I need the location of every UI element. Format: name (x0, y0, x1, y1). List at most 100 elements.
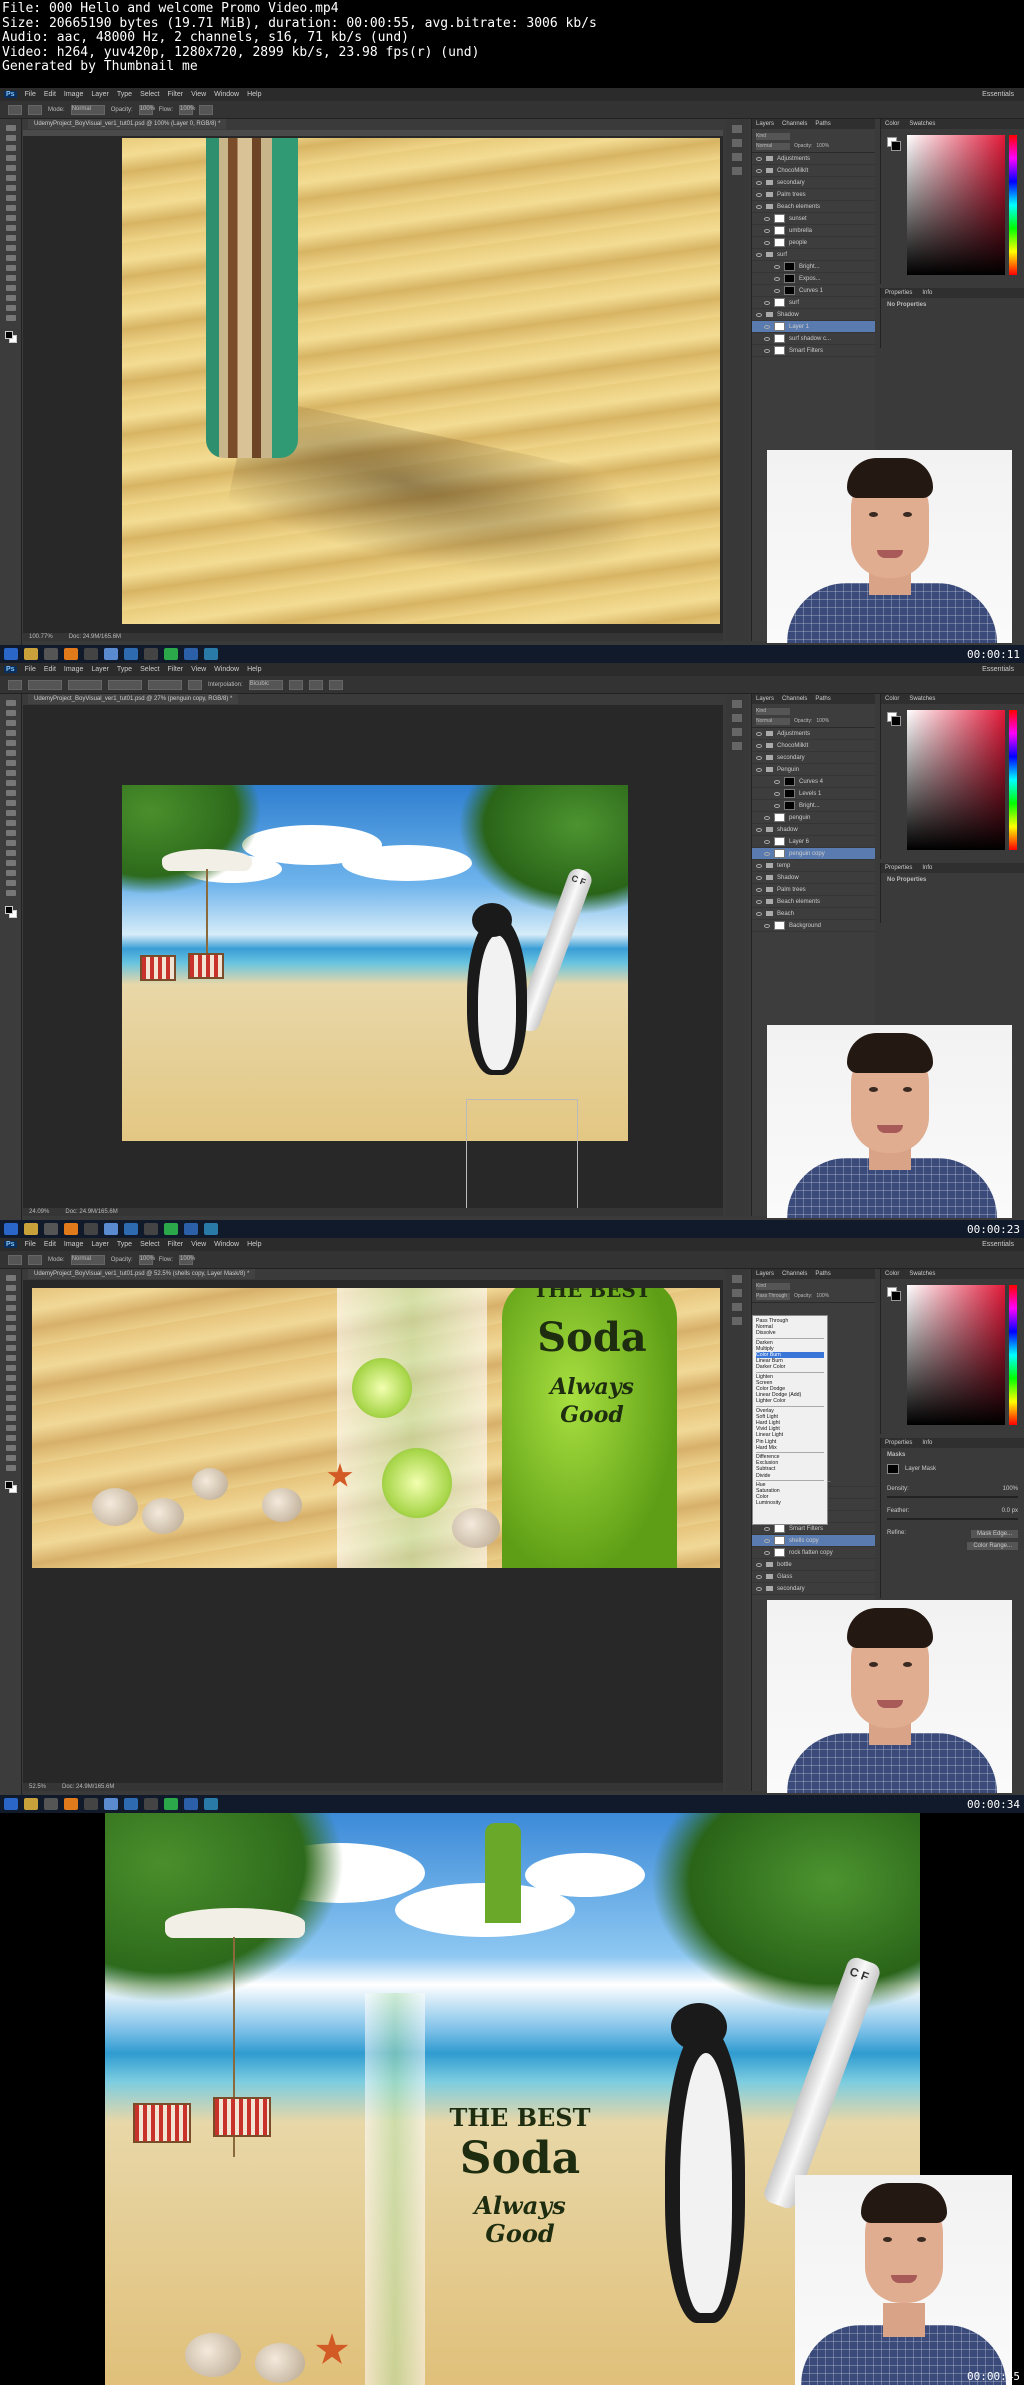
taskbar-app-icon[interactable] (204, 1798, 218, 1810)
mode-select[interactable]: Normal (70, 1254, 105, 1265)
tab-color[interactable]: Color (885, 121, 899, 127)
path-select-icon[interactable] (5, 1435, 16, 1441)
layer-row[interactable]: Beach elements (752, 201, 875, 213)
taskbar-app-icon[interactable] (84, 1223, 98, 1235)
taskbar-app-icon[interactable] (84, 648, 98, 660)
character-icon[interactable] (732, 742, 742, 750)
taskbar-app-icon[interactable] (164, 1798, 178, 1810)
history-brush-icon[interactable] (5, 215, 16, 221)
dodge-tool-icon[interactable] (5, 1405, 16, 1411)
document-tab[interactable]: UdemyProject_BoyVisual_ver1_tut01.psd @ … (28, 694, 239, 704)
eyedropper-tool-icon[interactable] (5, 1325, 16, 1331)
tab-paths[interactable]: Paths (815, 121, 830, 127)
firefox-icon[interactable] (64, 1223, 78, 1235)
tab-layers[interactable]: Layers (756, 696, 774, 702)
start-button-icon[interactable] (4, 1798, 18, 1810)
visibility-eye-icon[interactable] (756, 312, 762, 317)
menu-window[interactable]: Window (214, 666, 239, 673)
layer-row[interactable]: Bright... (752, 261, 875, 273)
taskbar-app-icon[interactable] (104, 648, 118, 660)
visibility-eye-icon[interactable] (756, 252, 762, 257)
visibility-eye-icon[interactable] (764, 348, 770, 353)
taskbar-app-icon[interactable] (124, 1798, 138, 1810)
type-tool-icon[interactable] (5, 275, 16, 281)
brush-tool-icon[interactable] (5, 195, 16, 201)
document-tab[interactable]: UdemyProject_BoyVisual_ver1_tut01.psd @ … (28, 1269, 256, 1279)
workspace-switcher[interactable]: Essentials (982, 1241, 1014, 1248)
menu-help[interactable]: Help (247, 666, 261, 673)
taskbar-app-icon[interactable] (84, 1798, 98, 1810)
visibility-eye-icon[interactable] (764, 1526, 770, 1531)
taskbar-app-icon[interactable] (124, 648, 138, 660)
tool-preset-picker[interactable] (8, 104, 22, 115)
pen-tool-icon[interactable] (5, 1415, 16, 1421)
foreground-color-swatch[interactable] (891, 1291, 901, 1301)
visibility-eye-icon[interactable] (756, 192, 762, 197)
lasso-tool-icon[interactable] (5, 720, 16, 726)
blend-mode-dropdown[interactable]: Pass Through Normal Dissolve Darken Multiply… (752, 1315, 828, 1525)
opacity-field[interactable]: 100% (138, 104, 155, 115)
eraser-tool-icon[interactable] (5, 1375, 16, 1381)
color-picker-field[interactable] (907, 135, 1005, 275)
visibility-eye-icon[interactable] (756, 1574, 762, 1579)
zoom-level[interactable]: 52.5% (29, 1784, 46, 1790)
taskbar-app-icon[interactable] (204, 1223, 218, 1235)
airbrush-icon[interactable] (199, 104, 214, 115)
blend-mode-option[interactable]: Divide (756, 1473, 824, 1479)
interpolation-select[interactable]: Bicubic (248, 679, 283, 690)
layer-row[interactable]: Adjustments (752, 153, 875, 165)
color-swatches-icon[interactable] (4, 906, 17, 918)
marquee-tool-icon[interactable] (5, 710, 16, 716)
layer-filter-kind[interactable]: Kind (756, 1282, 790, 1290)
rotate-field[interactable] (188, 679, 202, 690)
tab-swatches[interactable]: Swatches (909, 121, 935, 127)
layer-row[interactable]: Glass (752, 1571, 875, 1583)
blur-tool-icon[interactable] (5, 820, 16, 826)
history-brush-icon[interactable] (5, 1365, 16, 1371)
crop-tool-icon[interactable] (5, 1315, 16, 1321)
visibility-eye-icon[interactable] (756, 887, 762, 892)
y-field[interactable] (68, 679, 102, 690)
visibility-eye-icon[interactable] (756, 180, 762, 185)
dodge-tool-icon[interactable] (5, 255, 16, 261)
menu-image[interactable]: Image (64, 91, 83, 98)
visibility-eye-icon[interactable] (764, 815, 770, 820)
visibility-eye-icon[interactable] (756, 168, 762, 173)
layer-row[interactable]: Shadow (752, 872, 875, 884)
visibility-eye-icon[interactable] (774, 791, 780, 796)
color-picker-field[interactable] (907, 710, 1005, 850)
quick-select-tool-icon[interactable] (5, 1305, 16, 1311)
menu-select[interactable]: Select (140, 1241, 159, 1248)
color-swatches-icon[interactable] (4, 331, 17, 343)
mask-edge-button[interactable]: Mask Edge... (970, 1530, 1018, 1538)
feather-slider[interactable] (887, 1518, 1018, 1520)
taskbar-app-icon[interactable] (104, 1223, 118, 1235)
menu-edit[interactable]: Edit (44, 666, 56, 673)
healing-tool-icon[interactable] (5, 760, 16, 766)
layer-row[interactable]: Beach (752, 908, 875, 920)
foreground-color-swatch[interactable] (891, 141, 901, 151)
color-swatches-icon[interactable] (4, 1481, 17, 1493)
tab-properties[interactable]: Properties (885, 865, 912, 871)
taskbar-app-icon[interactable] (104, 1798, 118, 1810)
visibility-eye-icon[interactable] (774, 288, 780, 293)
blend-mode-option[interactable]: Darker Color (756, 1364, 824, 1370)
menu-layer[interactable]: Layer (91, 666, 109, 673)
menu-select[interactable]: Select (140, 666, 159, 673)
eraser-tool-icon[interactable] (5, 225, 16, 231)
history-icon[interactable] (732, 125, 742, 133)
firefox-icon[interactable] (64, 1798, 78, 1810)
taskbar-app-icon[interactable] (144, 1223, 158, 1235)
visibility-eye-icon[interactable] (774, 779, 780, 784)
layer-row[interactable]: bottle (752, 1559, 875, 1571)
taskbar-app-icon[interactable] (44, 648, 58, 660)
photoshop-taskbar-icon[interactable] (184, 648, 198, 660)
move-tool-icon[interactable] (5, 1275, 16, 1281)
start-button-icon[interactable] (4, 1223, 18, 1235)
brush-panel-icon[interactable] (732, 153, 742, 161)
tab-paths[interactable]: Paths (815, 1271, 830, 1277)
visibility-eye-icon[interactable] (756, 899, 762, 904)
zoom-tool-icon[interactable] (5, 1465, 16, 1471)
blend-mode-option[interactable]: Luminosity (756, 1500, 824, 1506)
history-icon[interactable] (732, 700, 742, 708)
